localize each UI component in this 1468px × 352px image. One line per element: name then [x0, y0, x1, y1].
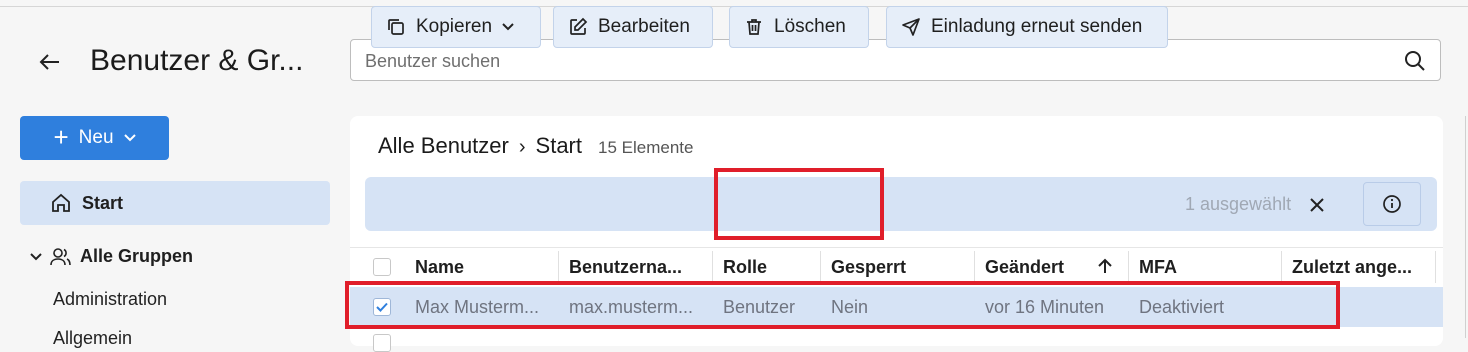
sidebar-item-label: Start: [82, 192, 124, 213]
search-icon[interactable]: [1404, 50, 1426, 72]
home-icon: [52, 193, 70, 212]
info-button[interactable]: [1363, 182, 1421, 226]
column-divider[interactable]: [1435, 251, 1436, 283]
plus-icon: +: [53, 121, 69, 152]
back-arrow-icon[interactable]: [36, 48, 64, 76]
panel-divider: [1465, 116, 1466, 338]
sidebar-item-all-groups[interactable]: Alle Gruppen: [30, 246, 193, 267]
breadcrumb: Alle Benutzer › Start 15 Elemente: [378, 133, 693, 159]
info-icon: [1383, 195, 1401, 213]
column-header-name[interactable]: Name: [415, 257, 464, 278]
column-header-username[interactable]: Benutzerna...: [569, 257, 682, 278]
resend-invite-button[interactable]: Einladung erneut senden: [886, 6, 1168, 48]
page-title: Benutzer & Gr...: [90, 44, 304, 77]
copy-button-label: Kopieren: [416, 16, 493, 37]
send-icon: [902, 18, 920, 36]
column-header-mfa[interactable]: MFA: [1139, 257, 1177, 278]
sidebar-item-administration[interactable]: Administration: [53, 289, 167, 310]
close-icon[interactable]: [1310, 192, 1324, 218]
breadcrumb-all-users[interactable]: Alle Benutzer: [378, 133, 509, 159]
delete-button[interactable]: Löschen: [729, 6, 869, 48]
trash-icon: [747, 19, 761, 35]
column-divider[interactable]: [1281, 251, 1282, 283]
delete-highlight-box: [714, 168, 884, 240]
new-button[interactable]: + Neu: [20, 116, 169, 160]
column-divider[interactable]: [974, 251, 975, 283]
chevron-down-icon: [123, 134, 136, 142]
breadcrumb-start: Start: [535, 133, 582, 158]
column-header-role[interactable]: Rolle: [723, 257, 767, 278]
resend-invite-label: Einladung erneut senden: [931, 16, 1143, 37]
users-icon: [50, 247, 71, 265]
sidebar-item-allgemein[interactable]: Allgemein: [53, 328, 132, 349]
copy-icon: [388, 19, 404, 35]
delete-button-label: Löschen: [774, 16, 846, 37]
new-button-label: Neu: [78, 127, 114, 148]
sidebar-item-start[interactable]: Start: [20, 181, 330, 225]
row-checkbox[interactable]: [373, 334, 391, 352]
select-all-checkbox[interactable]: [373, 258, 391, 276]
column-header-last-login[interactable]: Zuletzt ange...: [1292, 257, 1412, 278]
chevron-down-icon: [502, 23, 514, 31]
column-divider[interactable]: [820, 251, 821, 283]
copy-button[interactable]: Kopieren: [371, 6, 541, 48]
column-divider[interactable]: [712, 251, 713, 283]
column-divider[interactable]: [1128, 251, 1129, 283]
chevron-down-icon[interactable]: [30, 252, 42, 261]
edit-button[interactable]: Bearbeiten: [553, 6, 713, 48]
breadcrumb-separator: ›: [518, 136, 526, 158]
column-header-locked[interactable]: Gesperrt: [831, 257, 906, 278]
edit-button-label: Bearbeiten: [598, 16, 690, 37]
row-highlight-box: [345, 281, 1340, 329]
item-count: 15 Elemente: [598, 138, 694, 157]
edit-icon: [570, 17, 588, 35]
column-header-changed[interactable]: Geändert: [985, 257, 1064, 278]
sort-arrow-up-icon[interactable]: [1098, 258, 1112, 279]
sidebar-item-label: Alle Gruppen: [80, 246, 194, 266]
column-divider[interactable]: [558, 251, 559, 283]
selected-count: 1 ausgewählt: [1185, 194, 1292, 214]
